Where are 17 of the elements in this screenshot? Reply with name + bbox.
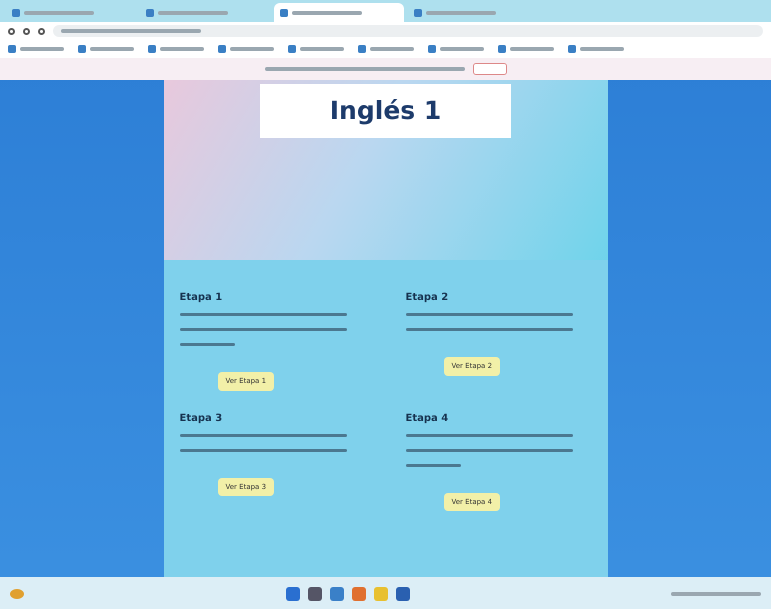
bookmark-item[interactable] bbox=[568, 45, 624, 53]
bookmark-item[interactable] bbox=[428, 45, 484, 53]
bookmark-item[interactable] bbox=[218, 45, 274, 53]
notification-button[interactable] bbox=[472, 63, 506, 75]
bookmark-item[interactable] bbox=[8, 45, 64, 53]
stage-heading: Etapa 4 bbox=[406, 412, 450, 426]
browser-tab[interactable] bbox=[274, 3, 404, 22]
page-title: Inglés 1 bbox=[260, 84, 512, 138]
bookmark-item[interactable] bbox=[358, 45, 414, 53]
bookmark-item[interactable] bbox=[498, 45, 554, 53]
bookmark-item[interactable] bbox=[148, 45, 204, 53]
stage-heading: Etapa 3 bbox=[180, 412, 224, 426]
bookmark-item[interactable] bbox=[288, 45, 344, 53]
stage-heading: Etapa 1 bbox=[180, 291, 224, 305]
bookmark-item[interactable] bbox=[78, 45, 134, 53]
stage-heading: Etapa 2 bbox=[406, 291, 450, 305]
address-bar[interactable] bbox=[53, 25, 763, 37]
